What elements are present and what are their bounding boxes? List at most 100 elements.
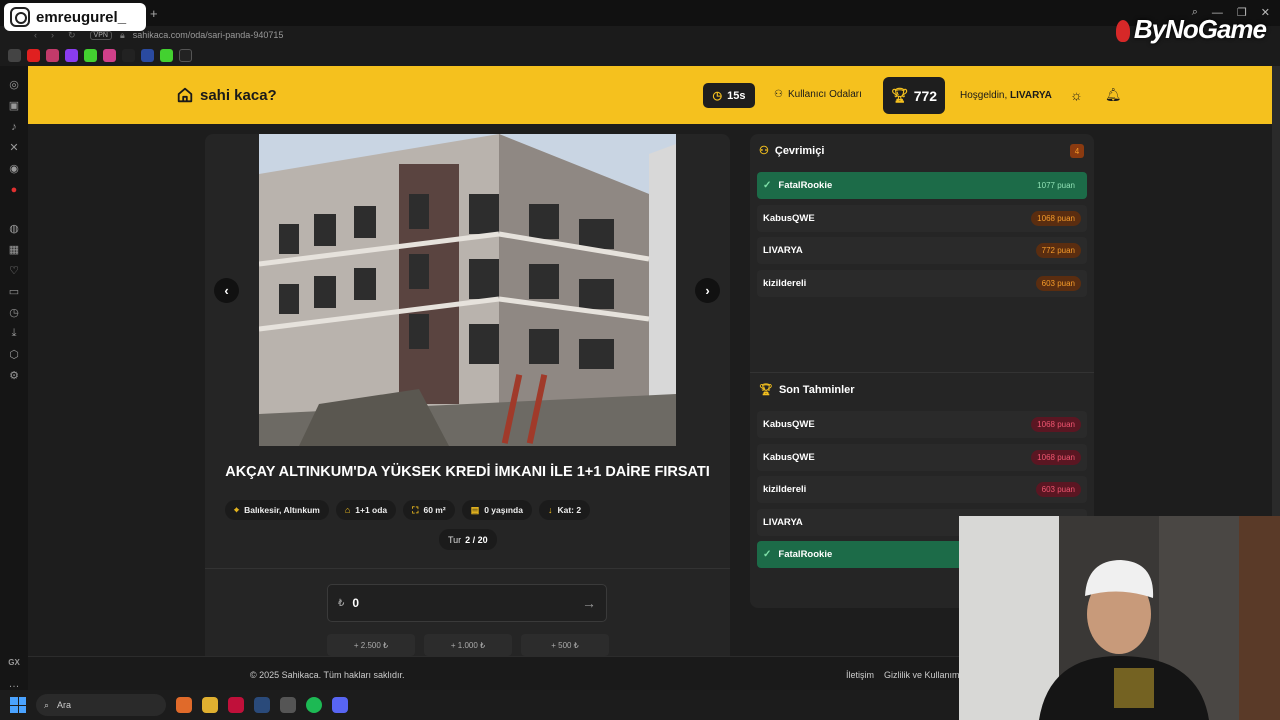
- cube-icon[interactable]: ⬡: [8, 348, 21, 361]
- map-pin-icon: ⌖: [234, 504, 240, 515]
- guess-value[interactable]: 0: [352, 596, 582, 610]
- discord-taskbar-icon[interactable]: [332, 697, 348, 713]
- notification-bell-icon[interactable]: 🔔︎: [1105, 87, 1122, 103]
- trophy-icon: 🏆︎: [890, 87, 909, 103]
- obs-icon[interactable]: [280, 697, 296, 713]
- flame-icon: [1115, 20, 1130, 43]
- clock-icon[interactable]: ◷: [8, 306, 21, 319]
- kick-icon[interactable]: [84, 48, 97, 62]
- new-tab-button[interactable]: +: [150, 6, 158, 21]
- browser-tab-bar: + ⌕ — ❐ ✕: [0, 0, 1280, 26]
- bookmark-icon[interactable]: [122, 48, 135, 62]
- spotify-side-icon[interactable]: ◍: [8, 222, 21, 235]
- folder-icon[interactable]: [202, 697, 218, 713]
- vpn-badge[interactable]: VPN: [89, 30, 112, 40]
- footer-links: İletişim Gizlilik ve Kullanım: [846, 670, 960, 680]
- currency-symbol: ₺: [338, 597, 345, 609]
- users-icon: ⚇: [759, 145, 769, 157]
- theme-toggle-sun-icon[interactable]: ☼: [1070, 87, 1083, 103]
- age-chip: ▤ 0 yaşında: [461, 500, 532, 520]
- grid-icon[interactable]: ▦: [8, 243, 21, 256]
- tiktok-icon[interactable]: [179, 48, 192, 62]
- area-chip: ⛶ 60 m²: [403, 500, 455, 520]
- add-500-button[interactable]: + 500 ₺: [521, 634, 609, 656]
- instagram-bookmark-icon[interactable]: [103, 48, 116, 62]
- site-brand[interactable]: sahi kaca?: [176, 86, 277, 104]
- heart-icon[interactable]: ♡: [8, 264, 21, 277]
- floor-chip: ↓ Kat: 2: [538, 500, 591, 520]
- instagram-side-icon[interactable]: ▣: [8, 99, 21, 112]
- contact-link[interactable]: İletişim: [846, 670, 874, 680]
- list-item[interactable]: ✓ FatalRookie 1077 puan: [757, 172, 1087, 199]
- webcam-overlay: [959, 516, 1280, 720]
- stopwatch-icon: ◷: [712, 90, 723, 102]
- listing-title: AKÇAY ALTINKUM'DA YÜKSEK KREDİ İMKANI İL…: [225, 464, 710, 480]
- timer-value: 15s: [727, 89, 746, 102]
- username: LIVARYA: [1010, 90, 1052, 101]
- taskbar-search[interactable]: ⌕ Ara: [36, 694, 166, 716]
- steam-icon[interactable]: [254, 697, 270, 713]
- youtube-icon[interactable]: [27, 48, 40, 62]
- lock-icon: 🔒︎: [119, 29, 125, 40]
- tiktok-side-icon[interactable]: ♪: [8, 120, 21, 133]
- gamepad-icon[interactable]: [8, 48, 21, 62]
- building-image: [259, 134, 676, 446]
- add-2500-button[interactable]: + 2.500 ₺: [327, 634, 415, 656]
- check-icon: ✓: [763, 549, 772, 560]
- next-photo-button[interactable]: ›: [695, 278, 720, 303]
- settings-icon[interactable]: ⚙: [8, 369, 21, 382]
- back-icon[interactable]: ‹: [34, 30, 37, 41]
- gx-label: GX: [8, 658, 20, 667]
- download-icon[interactable]: ⤓: [8, 327, 21, 340]
- score-badge[interactable]: 🏆︎ 772: [883, 77, 945, 114]
- wallet-icon[interactable]: ▭: [8, 285, 21, 298]
- online-panel: ⚇ Çevrimiçi 4 ✓ FatalRookie 1077 puan Kabus…: [750, 134, 1094, 374]
- plus-app-icon[interactable]: [160, 48, 173, 62]
- listing-photo: [259, 134, 676, 446]
- rooms-chip: ⌂ 1+1 oda: [335, 500, 397, 520]
- spotify-icon[interactable]: [306, 697, 322, 713]
- list-item[interactable]: KabusQWE 1068 puan: [757, 204, 1087, 232]
- vk-icon[interactable]: ●: [8, 183, 21, 196]
- submit-arrow-icon[interactable]: →: [582, 595, 596, 611]
- instagram-icon: [10, 7, 30, 27]
- check-icon: ✓: [763, 180, 772, 191]
- x-icon[interactable]: ✕: [8, 141, 21, 154]
- list-item[interactable]: LIVARYA 772 puan: [757, 237, 1087, 264]
- webcam-feed: [959, 516, 1280, 720]
- more-icon[interactable]: …: [8, 677, 21, 690]
- online-list: ✓ FatalRookie 1077 puan KabusQWE 1068 puan …: [757, 172, 1087, 302]
- location-chip: ⌖ Balıkesir, Altınkum: [225, 500, 329, 520]
- user-rooms-link[interactable]: ⚇ Kullanıcı Odaları: [774, 89, 862, 100]
- prev-photo-button[interactable]: ‹: [214, 278, 239, 303]
- browser-sidebar: ◎ ▣ ♪ ✕ ◉ ● ◍ ▦ ♡ ▭ ◷ ⤓ ⬡ ⚙ GX …: [0, 66, 28, 690]
- chevron-left-icon: ‹: [224, 283, 229, 298]
- forward-icon[interactable]: ›: [51, 30, 54, 41]
- trophy-icon: 🏆︎: [759, 384, 773, 396]
- url-field[interactable]: sahikaca.com/oda/sari-panda-940715: [133, 30, 284, 40]
- bookmarks-bar: [0, 44, 1280, 66]
- windows-start-icon[interactable]: [10, 697, 26, 713]
- price-guess-input[interactable]: ₺ 0 →: [327, 584, 607, 622]
- opera-gx-icon[interactable]: [228, 697, 244, 713]
- list-item[interactable]: KabusQWE 1068 puan: [757, 411, 1087, 438]
- address-bar: ‹ › ↻ VPN 🔒︎ sahikaca.com/oda/sari-panda…: [0, 26, 1280, 44]
- add-1000-button[interactable]: + 1.000 ₺: [424, 634, 512, 656]
- reload-icon[interactable]: ↻: [68, 30, 76, 41]
- screen: + ⌕ — ❐ ✕ emreugurel_ ByNoGame ‹ › ↻ VPN…: [0, 0, 1280, 720]
- list-item[interactable]: KabusQWE 1068 puan: [757, 443, 1087, 471]
- round-indicator: Tur 2 / 20: [439, 529, 497, 550]
- shield-icon[interactable]: [141, 48, 154, 62]
- nav-buttons: ‹ › ↻: [34, 30, 76, 41]
- gmail-icon[interactable]: [46, 48, 59, 62]
- privacy-link[interactable]: Gizlilik ve Kullanım: [884, 670, 960, 680]
- users-icon: ⚇: [774, 89, 783, 100]
- list-item[interactable]: kizildereli 603 puan: [757, 476, 1087, 503]
- twitch-icon[interactable]: [65, 48, 78, 62]
- discord-icon[interactable]: ◉: [8, 162, 21, 175]
- increment-buttons: + 2.500 ₺ + 1.000 ₺ + 500 ₺: [327, 634, 609, 656]
- app-icon[interactable]: [176, 697, 192, 713]
- round-timer: ◷ 15s: [703, 83, 755, 108]
- list-item[interactable]: kizildereli 603 puan: [757, 269, 1087, 297]
- messenger-icon[interactable]: ◎: [8, 78, 21, 91]
